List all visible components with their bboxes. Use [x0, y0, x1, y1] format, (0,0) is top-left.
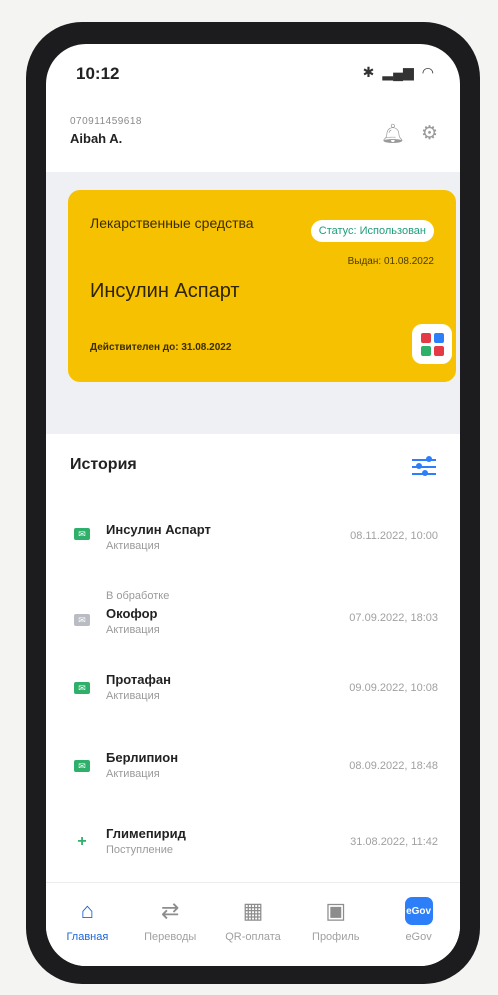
- nav-label: eGov: [405, 931, 432, 943]
- nav-transfers[interactable]: ⇄ Переводы: [129, 883, 212, 966]
- history-item-name: Инсулин Аспарт: [106, 522, 211, 537]
- user-name: Aibah A.: [70, 131, 123, 146]
- history-title: История: [70, 456, 137, 473]
- qr-icon: ▦: [242, 898, 264, 923]
- document-icon: ✉: [74, 760, 90, 772]
- card-issued-date: Выдан: 01.08.2022: [347, 256, 434, 267]
- history-item-date: 07.09.2022, 18:03: [349, 612, 438, 624]
- history-item[interactable]: + Глимепирид Поступление 31.08.2022, 11:…: [46, 816, 460, 880]
- history-item-name: Протафан: [106, 672, 171, 687]
- bottom-nav: ⌂ Главная ⇄ Переводы ▦ QR-оплата ▣ Профи…: [46, 882, 460, 966]
- nav-profile[interactable]: ▣ Профиль: [294, 883, 377, 966]
- history-item-type: Активация: [106, 624, 160, 636]
- user-header: 070911459618 Aibah A.: [70, 116, 142, 146]
- history-item[interactable]: ✉ Берлипион Активация 08.09.2022, 18:48: [46, 740, 460, 804]
- profile-icon: ▣: [325, 898, 347, 923]
- top-actions: 🔔︎ ⚙: [381, 122, 438, 146]
- user-id: 070911459618: [70, 116, 142, 127]
- history-item-type: Поступление: [106, 844, 174, 856]
- status-bar: 10:12 ✱ ▂▄▆ ◠: [46, 44, 460, 102]
- bluetooth-icon: ✱: [362, 64, 375, 80]
- card-type: Лекарственные средства: [90, 215, 254, 231]
- filter-icon[interactable]: [412, 456, 436, 478]
- status-badge: Статус: Использован: [310, 220, 434, 242]
- history-item-name: Глимепирид: [106, 826, 186, 841]
- prescription-card[interactable]: Лекарственные средства Статус: Использов…: [68, 190, 456, 382]
- history-item-name: Окофор: [106, 606, 158, 621]
- bell-icon[interactable]: 🔔︎: [381, 122, 405, 146]
- history-panel: История ✉ Инсулин Аспарт Активация 08.11…: [46, 434, 460, 894]
- document-icon: ✉: [74, 614, 90, 626]
- nav-label: Профиль: [312, 931, 360, 943]
- history-item-type: Активация: [106, 540, 160, 552]
- history-item-note: В обработке: [106, 590, 170, 602]
- history-item-type: Активация: [106, 690, 160, 702]
- history-item-date: 08.09.2022, 18:48: [349, 760, 438, 772]
- card-valid-until: Действителен до: 31.08.2022: [90, 342, 232, 353]
- document-icon: ✉: [74, 528, 90, 540]
- nav-label: QR-оплата: [225, 931, 281, 943]
- app-screen: 10:12 ✱ ▂▄▆ ◠ 070911459618 Aibah A. 🔔︎ ⚙…: [46, 44, 460, 966]
- history-item-date: 08.11.2022, 10:00: [350, 530, 438, 542]
- document-icon: ✉: [74, 682, 90, 694]
- wifi-icon: ◠: [421, 64, 434, 80]
- history-item-type: Активация: [106, 768, 160, 780]
- home-icon: ⌂: [80, 898, 95, 923]
- history-item-name: Берлипион: [106, 750, 179, 765]
- history-item[interactable]: ✉ Инсулин Аспарт Активация 08.11.2022, 1…: [46, 512, 460, 576]
- card-drug-name: Инсулин Аспарт: [90, 280, 240, 302]
- signal-icon: ▂▄▆: [382, 64, 414, 80]
- nav-home[interactable]: ⌂ Главная: [46, 883, 129, 966]
- status-time: 10:12: [76, 64, 120, 83]
- history-item-date: 09.09.2022, 10:08: [349, 682, 438, 694]
- nav-egov[interactable]: eGov eGov: [377, 883, 460, 966]
- nav-qr[interactable]: ▦ QR-оплата: [212, 883, 295, 966]
- history-item[interactable]: ✉ В обработке Окофор Активация 07.09.202…: [46, 584, 460, 648]
- transfer-icon: ⇄: [160, 898, 180, 923]
- egov-icon: eGov: [404, 897, 433, 925]
- gear-icon[interactable]: ⚙: [421, 122, 438, 146]
- plus-icon: +: [77, 833, 87, 850]
- history-item-date: 31.08.2022, 11:42: [350, 836, 438, 848]
- app-logo-icon: [412, 324, 452, 364]
- history-item[interactable]: ✉ Протафан Активация 09.09.2022, 10:08: [46, 662, 460, 726]
- nav-label: Главная: [66, 931, 109, 943]
- status-icons: ✱ ▂▄▆ ◠: [363, 64, 434, 81]
- nav-label: Переводы: [144, 931, 197, 943]
